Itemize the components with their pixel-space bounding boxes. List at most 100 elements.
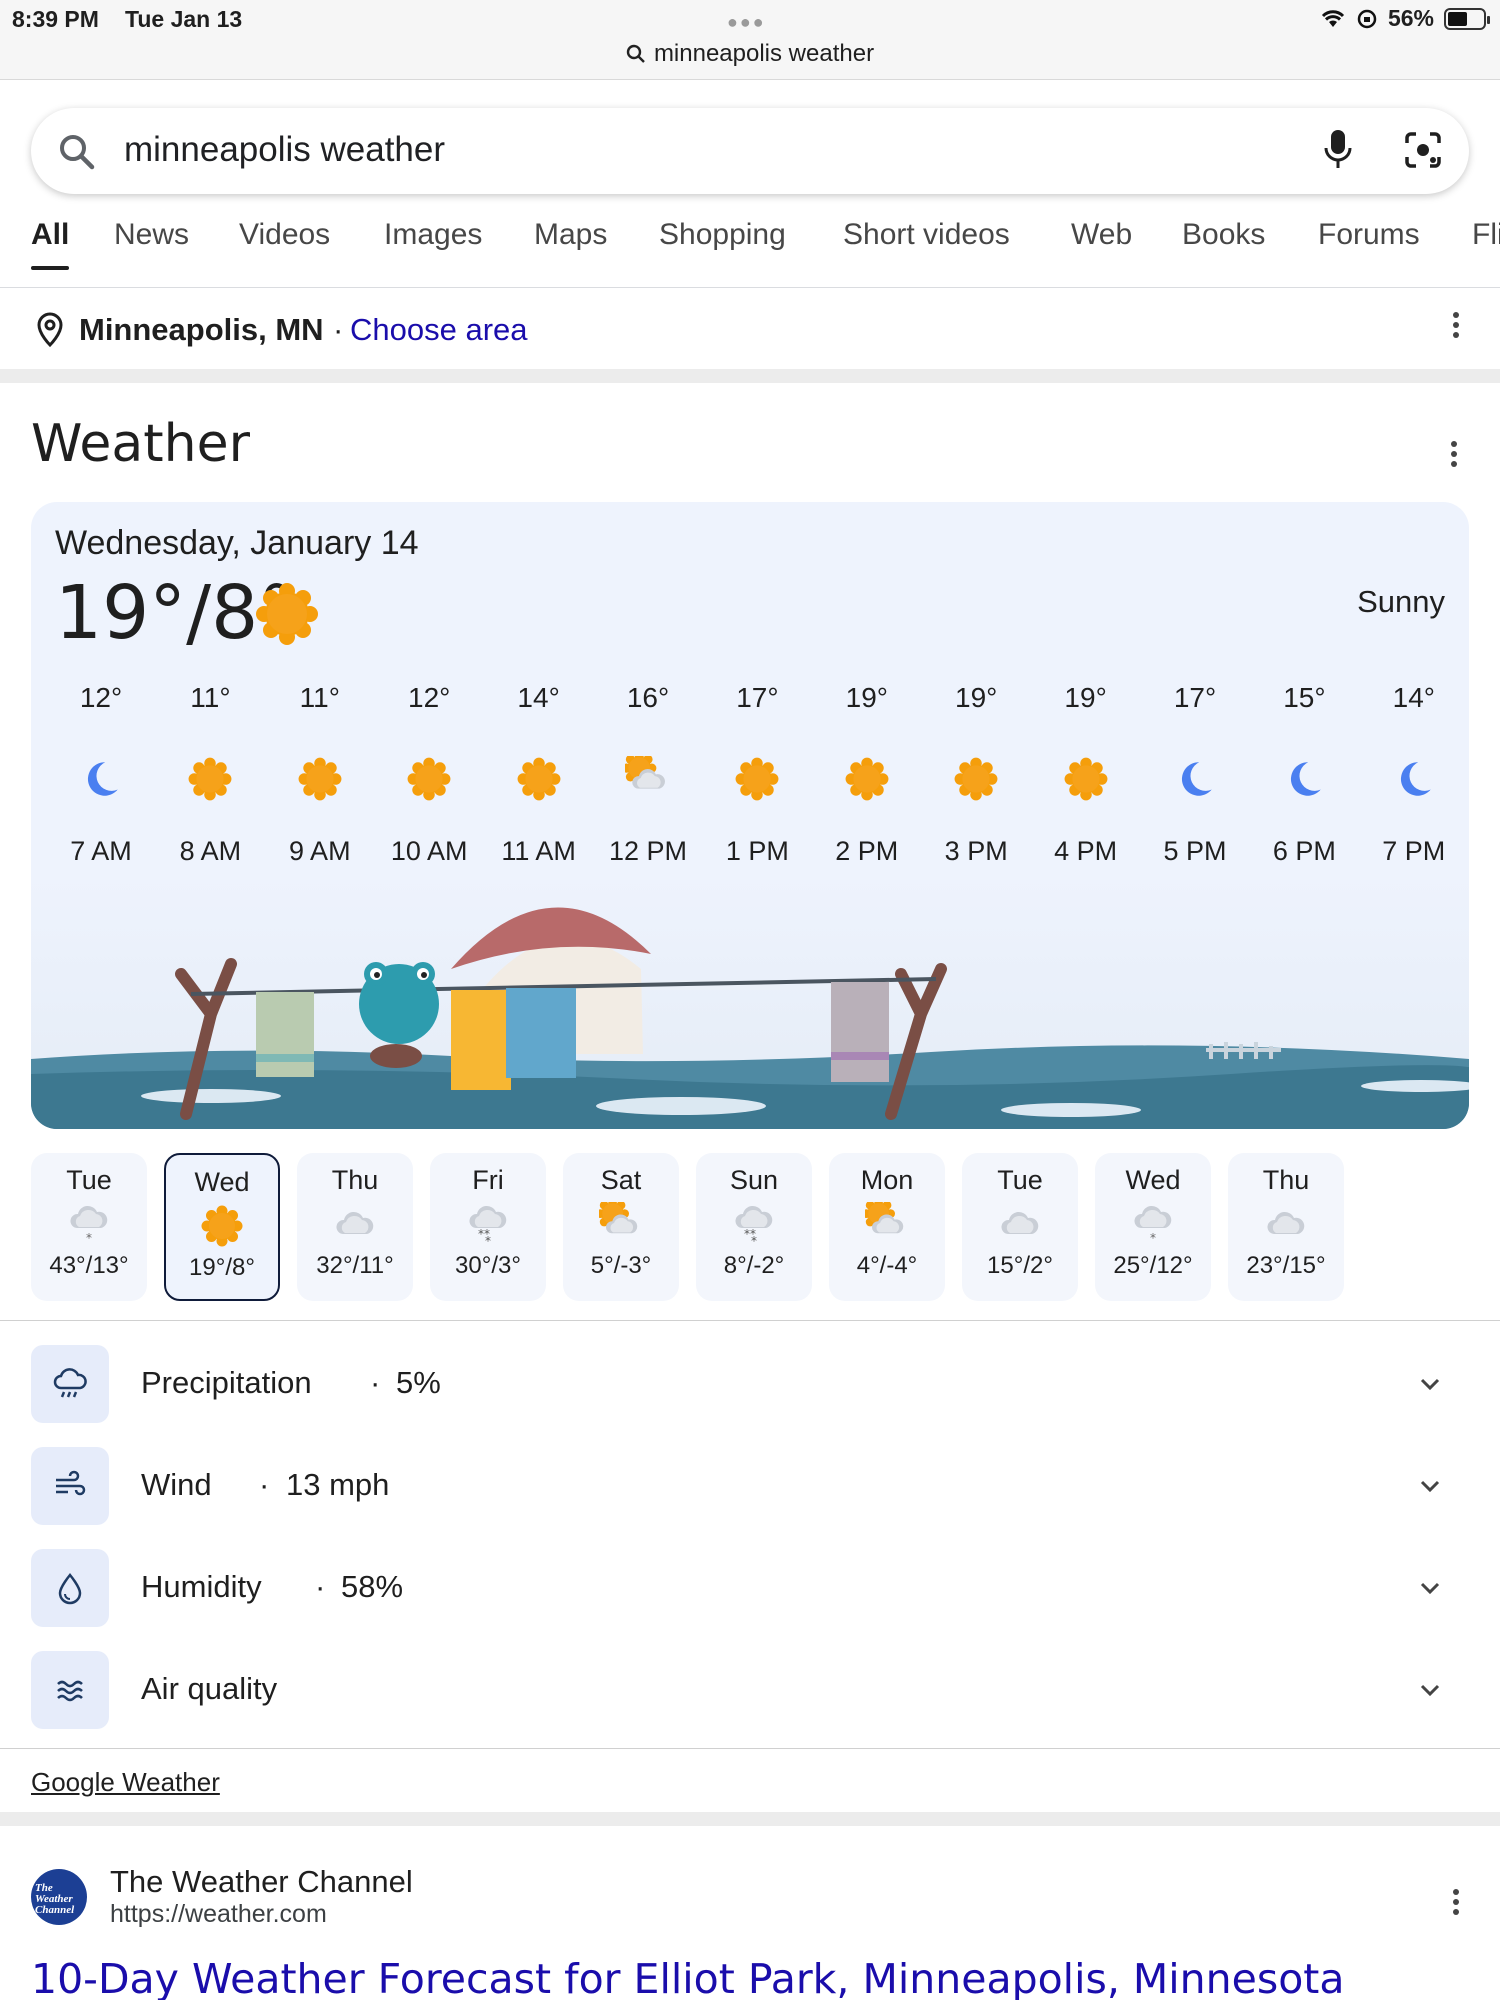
search-box[interactable]: minneapolis weather (31, 108, 1469, 194)
result-site-name[interactable]: The Weather Channel (110, 1864, 413, 1900)
hour-time: 2 PM (835, 836, 899, 866)
daily-forecast: Tue * 43°/13° Wed 19°/8° Thu 32°/11° Fri ** * 30°/… (31, 1153, 1471, 1301)
cloud-icon (1228, 1196, 1344, 1252)
cloud-icon (297, 1196, 413, 1252)
day-chip-thu[interactable]: Thu 23°/15° (1228, 1153, 1344, 1301)
wind-row[interactable]: Wind · 13 mph (31, 1447, 1469, 1525)
svg-text:*: * (86, 1231, 92, 1245)
hour-item: 15° 6 PM (1249, 682, 1359, 867)
location-separator: · (333, 312, 344, 347)
result-url[interactable]: https://weather.com (110, 1900, 327, 1929)
battery-percent: 56% (1387, 5, 1434, 31)
search-input[interactable]: minneapolis weather (124, 130, 445, 170)
tab-books[interactable]: Books (1182, 218, 1265, 252)
day-temps: 8°/-2° (723, 1252, 785, 1279)
day-chip-wed[interactable]: Wed * 25°/12° (1095, 1153, 1211, 1301)
sun-icon (374, 754, 484, 804)
url-bar[interactable]: minneapolis weather (0, 40, 1500, 68)
hour-temp: 14° (517, 682, 560, 713)
day-name: Tue (997, 1165, 1043, 1195)
air-quality-row[interactable]: Air quality (31, 1651, 1469, 1729)
tab-shopping[interactable]: Shopping (659, 218, 786, 252)
tab-maps[interactable]: Maps (534, 218, 607, 252)
precipitation-value: 5% (396, 1365, 441, 1400)
status-time: 8:39 PM (12, 6, 99, 32)
hour-item: 14° 7 PM (1359, 682, 1469, 867)
chevron-down-icon (1420, 1684, 1440, 1697)
hour-temp: 11° (190, 682, 231, 713)
tab-videos[interactable]: Videos (239, 218, 330, 252)
tab-flights[interactable]: Fli (1472, 218, 1500, 252)
hour-temp: 12° (79, 682, 123, 713)
hour-item: 19° 4 PM (1031, 682, 1141, 867)
day-name: Fri (472, 1165, 504, 1195)
divider (0, 1748, 1500, 1749)
day-chip-fri[interactable]: Fri ** * 30°/3° (430, 1153, 546, 1301)
multitasking-dots-icon[interactable]: ●●● (727, 12, 766, 33)
hour-time: 8 AM (179, 836, 242, 866)
hourly-forecast[interactable]: 12° 7 AM 11° 8 AM 11° 9 AM 12° 10 AM 14° 11 AM 16°… (31, 682, 1469, 882)
site-logo[interactable]: The Weather Channel (31, 1869, 87, 1925)
hour-time: 7 PM (1382, 836, 1446, 866)
day-chip-tue[interactable]: Tue 15°/2° (962, 1153, 1078, 1301)
day-chip-wed[interactable]: Wed 19°/8° (164, 1153, 280, 1301)
weather-menu-icon[interactable] (1449, 441, 1459, 471)
day-name: Thu (331, 1165, 379, 1195)
mic-icon[interactable] (1323, 128, 1353, 172)
weather-card: Wednesday, January 14 19°/8° Sunny 12° 7 … (31, 502, 1469, 1129)
day-name: Tue (66, 1165, 112, 1195)
sun-icon (484, 754, 594, 804)
tab-web[interactable]: Web (1071, 218, 1132, 252)
moon-icon (46, 754, 156, 804)
tab-short-videos[interactable]: Short videos (843, 218, 1010, 252)
hour-time: 4 PM (1054, 836, 1118, 866)
tab-all[interactable]: All (31, 218, 70, 270)
precipitation-row[interactable]: Precipitation · 5% (31, 1345, 1469, 1423)
snow-cloud-icon: * (31, 1196, 147, 1252)
google-weather-link[interactable]: Google Weather (31, 1767, 220, 1798)
separator-dot: · (315, 1569, 326, 1604)
day-temps: 43°/13° (49, 1252, 129, 1279)
separator-dot: · (259, 1467, 270, 1502)
partly-cloudy-icon (593, 754, 703, 804)
day-chip-sat[interactable]: Sat 5°/-3° (563, 1153, 679, 1301)
moon-icon (1140, 754, 1250, 804)
hour-temp: 12° (408, 682, 451, 713)
hour-item: 14° 11 AM (484, 682, 594, 867)
day-chip-sun[interactable]: Sun ** * 8°/-2° (696, 1153, 812, 1301)
sun-icon (166, 1198, 278, 1254)
location-menu-icon[interactable] (1451, 312, 1461, 342)
result-menu-icon[interactable] (1451, 1889, 1461, 1919)
hour-temp: 17° (1173, 682, 1217, 713)
result-title-link[interactable]: 10-Day Weather Forecast for Elliot Park,… (31, 1955, 1345, 2000)
day-chip-mon[interactable]: Mon 4°/-4° (829, 1153, 945, 1301)
status-bar: 8:39 PM Tue Jan 13 ●●● 56% minneapolis w… (0, 0, 1500, 80)
day-chip-thu[interactable]: Thu 32°/11° (297, 1153, 413, 1301)
svg-text:*: * (751, 1234, 757, 1246)
lens-icon[interactable] (1403, 130, 1443, 170)
hour-time: 7 AM (70, 836, 132, 866)
day-name: Wed (194, 1167, 250, 1197)
wifi-icon (1321, 9, 1345, 27)
screen-lock-icon (1357, 9, 1377, 28)
tab-forums[interactable]: Forums (1318, 218, 1420, 252)
partly-cloudy-icon (563, 1196, 679, 1252)
hour-item: 16° 12 PM (593, 682, 703, 867)
status-indicators: 56% (1320, 5, 1490, 32)
day-chip-tue[interactable]: Tue * 43°/13° (31, 1153, 147, 1301)
day-temps: 5°/-3° (590, 1252, 652, 1279)
tab-news[interactable]: News (114, 218, 189, 252)
location-bar: Minneapolis, MN · Choose area (0, 292, 1500, 368)
humidity-label: Humidity (141, 1569, 262, 1604)
day-temps: 25°/12° (1113, 1252, 1193, 1279)
day-temps: 19°/8° (189, 1254, 255, 1281)
day-temps: 30°/3° (455, 1252, 521, 1279)
day-name: Mon (860, 1165, 914, 1195)
hour-temp: 16° (626, 682, 670, 713)
chevron-down-icon (1420, 1480, 1440, 1493)
tab-images[interactable]: Images (384, 218, 482, 252)
choose-area-link[interactable]: Choose area (350, 312, 528, 348)
hour-item: 17° 5 PM (1140, 682, 1250, 867)
humidity-row[interactable]: Humidity · 58% (31, 1549, 1469, 1627)
svg-text:*: * (485, 1234, 491, 1246)
